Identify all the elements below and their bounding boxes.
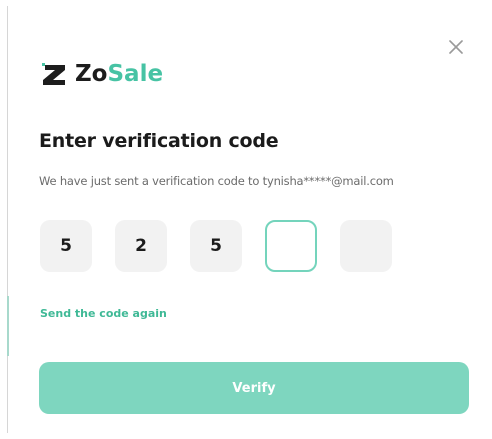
code-digit-2[interactable]: 2 (115, 220, 167, 272)
code-digit-1[interactable]: 5 (40, 220, 92, 272)
code-digit-4[interactable] (265, 220, 317, 272)
dialog-title: Enter verification code (39, 130, 279, 152)
code-input-row: 5 2 5 (40, 220, 415, 272)
close-icon[interactable] (449, 40, 463, 54)
verify-button[interactable]: Verify (39, 362, 469, 414)
dialog-subtitle: We have just sent a verification code to… (39, 174, 394, 188)
code-digit-5[interactable] (340, 220, 392, 272)
brand-logo: ZoSale (40, 58, 163, 90)
verification-dialog: ZoSale Enter verification code We have j… (0, 0, 492, 439)
zosale-z-logo-icon (42, 63, 65, 85)
brand-name: ZoSale (75, 61, 163, 87)
code-digit-3[interactable]: 5 (190, 220, 242, 272)
brand-name-part1: Zo (75, 61, 108, 87)
brand-name-part2: Sale (107, 61, 164, 87)
resend-code-link[interactable]: Send the code again (40, 307, 167, 320)
close-button[interactable] (444, 35, 468, 59)
